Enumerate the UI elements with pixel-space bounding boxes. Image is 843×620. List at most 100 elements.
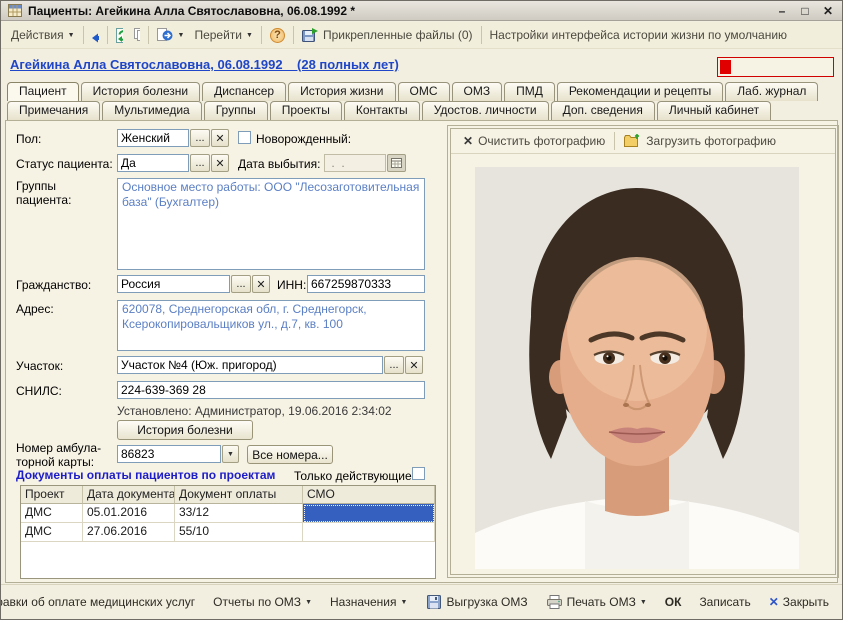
toolbar-separator [148, 26, 149, 44]
tab-personal-cabinet[interactable]: Личный кабинет [657, 101, 771, 120]
minimize-button[interactable]: – [773, 4, 791, 18]
cell-doc-date[interactable]: 05.01.2016 [83, 504, 175, 523]
sector-input[interactable] [117, 356, 383, 374]
patient-tab-page: Пол: ... ✕ Новорожденный: Статус пациент… [5, 120, 838, 583]
go-document-icon [157, 27, 174, 43]
cell-pay-doc[interactable]: 33/12 [175, 504, 303, 523]
card-number-input[interactable] [117, 445, 221, 463]
patient-name-link[interactable]: Агейкина Алла Святославовна, 06.08.1992 … [10, 57, 399, 72]
status-input[interactable] [117, 154, 189, 172]
reread-button[interactable] [87, 27, 104, 43]
cell-smo-selected[interactable] [303, 504, 435, 523]
cell-doc-date[interactable]: 27.06.2016 [83, 523, 175, 542]
pay-docs-title: Документы оплаты пациентов по проектам [16, 468, 275, 482]
col-smo[interactable]: СМО [303, 486, 435, 504]
tab-notes[interactable]: Примечания [7, 101, 100, 120]
col-pay-doc[interactable]: Документ оплаты [175, 486, 303, 504]
address-field[interactable]: 620078, Среднегорская обл, г. Среднегорс… [117, 300, 425, 351]
table-row[interactable]: ДМС 05.01.2016 33/12 [21, 504, 435, 523]
table-row[interactable]: ДМС 27.06.2016 55/10 [21, 523, 435, 542]
table-header-row: Проект Дата документа Документ оплаты СМ… [21, 486, 435, 504]
tab-groups[interactable]: Группы [204, 101, 268, 120]
gender-clear-button[interactable]: ✕ [211, 129, 229, 147]
goto-menu[interactable]: Перейти ▼ [189, 26, 258, 44]
card-number-dropdown-button[interactable]: ▼ [222, 445, 239, 463]
cell-project[interactable]: ДМС [21, 523, 83, 542]
leave-date-label: Дата выбытия: [238, 157, 320, 171]
close-button[interactable]: ✕ [819, 4, 837, 18]
maximize-button[interactable]: □ [796, 4, 814, 18]
refresh-button[interactable] [111, 27, 128, 43]
life-history-settings-button[interactable]: Настройки интерфейса истории жизни по ум… [485, 26, 793, 44]
col-project[interactable]: Проект [21, 486, 83, 504]
help-button[interactable]: ? [265, 26, 290, 45]
clear-photo-button[interactable]: ✕ Очистить фотографию [457, 132, 611, 150]
status-clear-button[interactable]: ✕ [211, 154, 229, 172]
address-label: Адрес: [16, 302, 54, 316]
leave-date-input[interactable] [324, 154, 386, 172]
tab-contacts[interactable]: Контакты [344, 101, 420, 120]
newborn-checkbox[interactable] [238, 131, 251, 144]
cell-pay-doc[interactable]: 55/10 [175, 523, 303, 542]
col-doc-date[interactable]: Дата документа [83, 486, 175, 504]
tab-pmd[interactable]: ПМД [504, 82, 555, 101]
citizenship-clear-button[interactable]: ✕ [252, 275, 270, 293]
tab-projects[interactable]: Проекты [270, 101, 342, 120]
close-form-button[interactable]: ✕ Закрыть [763, 592, 835, 612]
citizenship-input[interactable] [117, 275, 230, 293]
inn-input[interactable] [307, 275, 425, 293]
pay-docs-table[interactable]: Проект Дата документа Документ оплаты СМ… [20, 485, 436, 579]
copy-new-button[interactable] [128, 27, 145, 43]
tab-extra-info[interactable]: Доп. сведения [551, 101, 655, 120]
toolbar-separator [293, 26, 294, 44]
toolbar-separator [107, 26, 108, 44]
gender-select-button[interactable]: ... [190, 129, 210, 147]
calendar-button[interactable] [387, 154, 406, 172]
snils-input[interactable] [117, 381, 425, 399]
portrait-image [475, 167, 799, 569]
cell-project[interactable]: ДМС [21, 504, 83, 523]
tab-dispensary[interactable]: Диспансер [202, 82, 286, 101]
tab-omz[interactable]: ОМЗ [452, 82, 503, 101]
upload-photo-button[interactable]: Загрузить фотографию [618, 131, 782, 151]
tab-patient[interactable]: Пациент [7, 82, 79, 101]
gender-input[interactable] [117, 129, 189, 147]
tab-life-history[interactable]: История жизни [288, 82, 395, 101]
chevron-down-icon: ▼ [246, 32, 253, 39]
appointments-menu[interactable]: Назначения ▼ [324, 592, 413, 612]
tab-recommendations[interactable]: Рекомендации и рецепты [557, 82, 723, 101]
omz-export-button[interactable]: Выгрузка ОМЗ [419, 591, 533, 613]
omz-reports-menu[interactable]: Отчеты по ОМЗ ▼ [207, 592, 318, 612]
open-related-menu[interactable]: ▼ [152, 25, 190, 45]
cell-smo[interactable] [303, 523, 435, 542]
window-title: Пациенты: Агейкина Алла Святославовна, 0… [28, 4, 768, 18]
tab-oms[interactable]: ОМС [398, 82, 450, 101]
important-marker-field[interactable] [717, 57, 834, 77]
actions-menu[interactable]: Действия ▼ [6, 26, 80, 44]
only-active-checkbox[interactable] [412, 467, 425, 480]
upload-folder-icon [624, 133, 641, 149]
tab-multimedia[interactable]: Мультимедиа [102, 101, 201, 120]
tab-disease-history[interactable]: История болезни [81, 82, 200, 101]
citizenship-select-button[interactable]: ... [231, 275, 251, 293]
snils-label: СНИЛС: [16, 384, 62, 398]
tab-identity-docs[interactable]: Удостов. личности [422, 101, 549, 120]
patient-groups-field[interactable]: Основное место работы: ООО "Лесозаготови… [117, 178, 425, 270]
save-button[interactable]: Записать [693, 592, 756, 612]
patient-groups-label: Группы пациента: [16, 179, 108, 207]
all-numbers-button[interactable]: Все номера... [247, 445, 333, 464]
sector-clear-button[interactable]: ✕ [405, 356, 423, 374]
tab-lab-journal[interactable]: Лаб. журнал [725, 82, 818, 101]
attached-files-button[interactable]: Прикрепленные файлы (0) [297, 25, 478, 45]
title-bar: Пациенты: Агейкина Алла Святославовна, 0… [1, 1, 842, 21]
actions-label: Действия [11, 28, 64, 42]
sector-select-button[interactable]: ... [384, 356, 404, 374]
payment-certificates-button[interactable]: Справки об оплате медицинских услуг [0, 592, 201, 612]
printer-icon [546, 594, 563, 610]
patient-photo[interactable] [475, 167, 799, 569]
status-select-button[interactable]: ... [190, 154, 210, 172]
ok-button[interactable]: ОК [659, 592, 688, 612]
omz-print-menu[interactable]: Печать ОМЗ ▼ [540, 591, 653, 613]
omz-reports-label: Отчеты по ОМЗ [213, 595, 301, 609]
disease-history-button[interactable]: История болезни [117, 420, 253, 440]
